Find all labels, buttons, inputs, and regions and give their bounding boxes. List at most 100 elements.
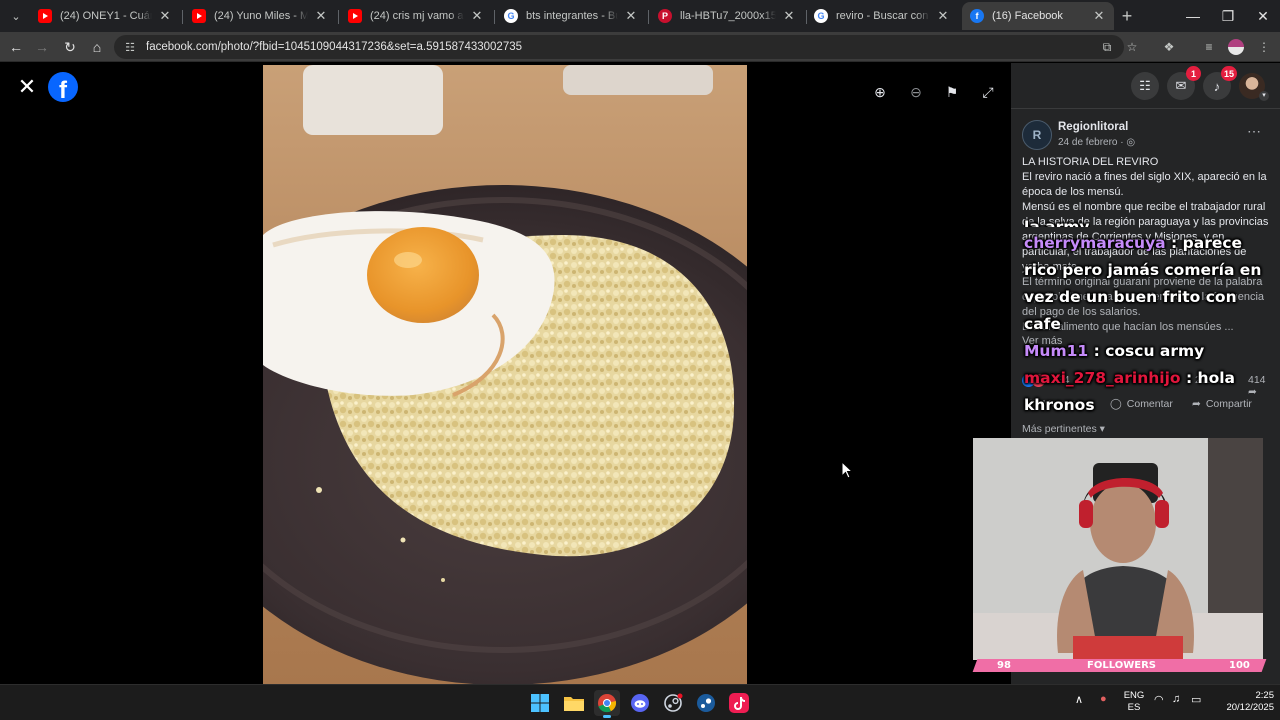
chevron-down-icon: ▾ bbox=[1099, 423, 1105, 435]
address-bar[interactable]: ☷ facebook.com/photo/?fbid=1045109044317… bbox=[114, 35, 1124, 59]
tab-close-icon[interactable]: ✕ bbox=[314, 8, 328, 24]
facebook-icon: f bbox=[970, 9, 984, 23]
fullscreen-icon[interactable]: ⤢ bbox=[977, 81, 999, 103]
browser-tab[interactable]: P lla-HBTu7_2000x1500__1_ ✕ bbox=[650, 2, 804, 30]
install-app-icon[interactable]: ⧉ bbox=[1096, 36, 1118, 58]
browser-tab[interactable]: G bts integrantes - Buscar c ✕ bbox=[496, 2, 646, 30]
pinterest-icon: P bbox=[658, 9, 672, 23]
clock[interactable]: 2:25 20/12/2025 bbox=[1212, 690, 1274, 714]
zoom-in-icon[interactable]: ⊕ bbox=[869, 81, 891, 103]
tab-search-chevron-icon[interactable]: ⌄ bbox=[4, 4, 28, 28]
wifi-icon[interactable]: ◠ bbox=[1154, 693, 1164, 706]
forward-icon[interactable]: → bbox=[31, 36, 53, 58]
tab-close-icon[interactable]: ✕ bbox=[1092, 8, 1106, 24]
post-date-text: 24 de febrero · bbox=[1058, 137, 1124, 148]
browser-toolbar: ← → ↻ ⌂ ☷ facebook.com/photo/?fbid=10451… bbox=[0, 32, 1280, 62]
tab-title: (24) ONEY1 - Cuántas alm bbox=[60, 10, 152, 22]
browser-tab-active[interactable]: f (16) Facebook ✕ bbox=[962, 2, 1114, 30]
post-paragraph: El reviro nació a fines del siglo XIX, a… bbox=[1022, 171, 1267, 198]
page-avatar[interactable]: R bbox=[1022, 120, 1052, 150]
battery-icon[interactable]: ▭ bbox=[1191, 693, 1201, 706]
facebook-logo-icon[interactable]: f bbox=[48, 72, 78, 102]
browser-tab[interactable]: (24) cris mj vamo a bailot ✕ bbox=[340, 2, 492, 30]
volume-icon[interactable]: ♫ bbox=[1172, 693, 1180, 705]
language-indicator[interactable]: ENG ES bbox=[1122, 690, 1146, 714]
tab-close-icon[interactable]: ✕ bbox=[624, 8, 638, 24]
chat-username: Mum11 bbox=[1024, 342, 1089, 360]
file-explorer-icon[interactable] bbox=[561, 690, 587, 716]
tiktok-logo-icon bbox=[729, 693, 749, 713]
facebook-top-icons: ☷ ✉ 1 ♪ 15 ▾ bbox=[1011, 63, 1280, 109]
reviro-with-fried-egg-image bbox=[263, 65, 747, 684]
reload-icon[interactable]: ↻ bbox=[59, 36, 81, 58]
browser-tab[interactable]: G reviro - Buscar con Googl ✕ bbox=[806, 2, 958, 30]
folder-icon bbox=[564, 697, 584, 711]
menu-grid-icon[interactable]: ☷ bbox=[1131, 72, 1159, 100]
home-icon[interactable]: ⌂ bbox=[86, 36, 108, 58]
followers-current: 98 bbox=[997, 660, 1011, 671]
chrome-logo-icon bbox=[598, 694, 617, 713]
back-icon[interactable]: ← bbox=[5, 36, 27, 58]
mouse-cursor-icon bbox=[841, 461, 853, 479]
steam-icon[interactable] bbox=[660, 690, 686, 716]
chat-username: cherrymaracuya bbox=[1024, 234, 1166, 252]
notifications-bell-icon[interactable]: ♪ 15 bbox=[1203, 66, 1237, 100]
account-caret-icon[interactable]: ▾ bbox=[1259, 91, 1269, 101]
extensions-icon[interactable]: ❖ bbox=[1158, 36, 1180, 58]
comment-sort-dropdown[interactable]: Más pertinentes ▾ bbox=[1022, 423, 1105, 435]
lang-top: ENG bbox=[1123, 690, 1145, 701]
google-icon: G bbox=[504, 9, 518, 23]
tag-icon[interactable]: ⚑ bbox=[941, 81, 963, 103]
tab-title: (24) Yuno Miles - Martin L bbox=[214, 10, 308, 22]
lang-bottom: ES bbox=[1127, 702, 1141, 713]
globe-icon: ◎ bbox=[1126, 137, 1136, 148]
close-viewer-icon[interactable]: ✕ bbox=[16, 76, 38, 98]
chat-text: coscu army bbox=[1105, 342, 1205, 360]
tray-overflow-chevron-icon[interactable]: ∧ bbox=[1075, 693, 1083, 706]
photo-viewer: ✕ f ⊕ ⊖ ⚑ ⤢ bbox=[0, 63, 1011, 684]
streamer-webcam-image bbox=[973, 438, 1263, 660]
profile-avatar[interactable] bbox=[1228, 39, 1244, 55]
window-close-icon[interactable]: ✕ bbox=[1246, 0, 1280, 32]
discord-icon[interactable] bbox=[627, 690, 653, 716]
zoom-out-icon[interactable]: ⊖ bbox=[905, 81, 927, 103]
new-tab-button[interactable]: + bbox=[1116, 5, 1138, 27]
youtube-icon bbox=[348, 9, 362, 23]
minimize-icon[interactable]: — bbox=[1176, 0, 1210, 32]
microphone-icon[interactable]: ● bbox=[1100, 693, 1107, 705]
post-options-icon[interactable]: ⋯ bbox=[1247, 123, 1262, 140]
media-control-icon[interactable]: ≡ bbox=[1198, 36, 1220, 58]
browser-tab[interactable]: (24) Yuno Miles - Martin L ✕ bbox=[184, 2, 336, 30]
url-text: facebook.com/photo/?fbid=104510904431723… bbox=[146, 41, 523, 53]
restore-icon[interactable]: ❐ bbox=[1211, 0, 1245, 32]
tab-title: reviro - Buscar con Googl bbox=[836, 10, 930, 22]
tab-title: lla-HBTu7_2000x1500__1_ bbox=[680, 10, 776, 22]
tab-separator bbox=[648, 10, 649, 24]
tab-title: (16) Facebook bbox=[992, 10, 1063, 22]
browser-tab[interactable]: (24) ONEY1 - Cuántas alm ✕ bbox=[30, 2, 180, 30]
tab-close-icon[interactable]: ✕ bbox=[936, 8, 950, 24]
sort-label: Más pertinentes bbox=[1022, 423, 1097, 435]
tab-separator bbox=[494, 10, 495, 24]
tab-title: (24) cris mj vamo a bailot bbox=[370, 10, 464, 22]
windows-start-icon[interactable] bbox=[527, 690, 553, 716]
stream-chat-overlay: la army cherrymaracuya : parece rico per… bbox=[1016, 218, 1278, 419]
site-settings-icon[interactable]: ☷ bbox=[122, 41, 138, 54]
followers-goal: 100 bbox=[1229, 660, 1250, 671]
post-photo[interactable] bbox=[263, 65, 747, 684]
messenger-badge: 1 bbox=[1186, 66, 1201, 81]
post-date[interactable]: 24 de febrero · ◎ bbox=[1058, 137, 1135, 148]
clock-date: 20/12/2025 bbox=[1226, 702, 1274, 713]
post-author[interactable]: Regionlitoral bbox=[1058, 121, 1128, 133]
tab-close-icon[interactable]: ✕ bbox=[782, 8, 796, 24]
steam-client-icon[interactable] bbox=[693, 690, 719, 716]
chrome-icon[interactable] bbox=[594, 690, 620, 718]
menu-kebab-icon[interactable]: ⋮ bbox=[1253, 36, 1275, 58]
tab-separator bbox=[338, 10, 339, 24]
windows-logo-icon bbox=[531, 694, 549, 712]
tab-close-icon[interactable]: ✕ bbox=[470, 8, 484, 24]
tiktok-icon[interactable] bbox=[726, 690, 752, 716]
bookmark-star-icon[interactable]: ☆ bbox=[1121, 36, 1143, 58]
tab-close-icon[interactable]: ✕ bbox=[158, 8, 172, 24]
messenger-icon[interactable]: ✉ 1 bbox=[1167, 66, 1201, 100]
